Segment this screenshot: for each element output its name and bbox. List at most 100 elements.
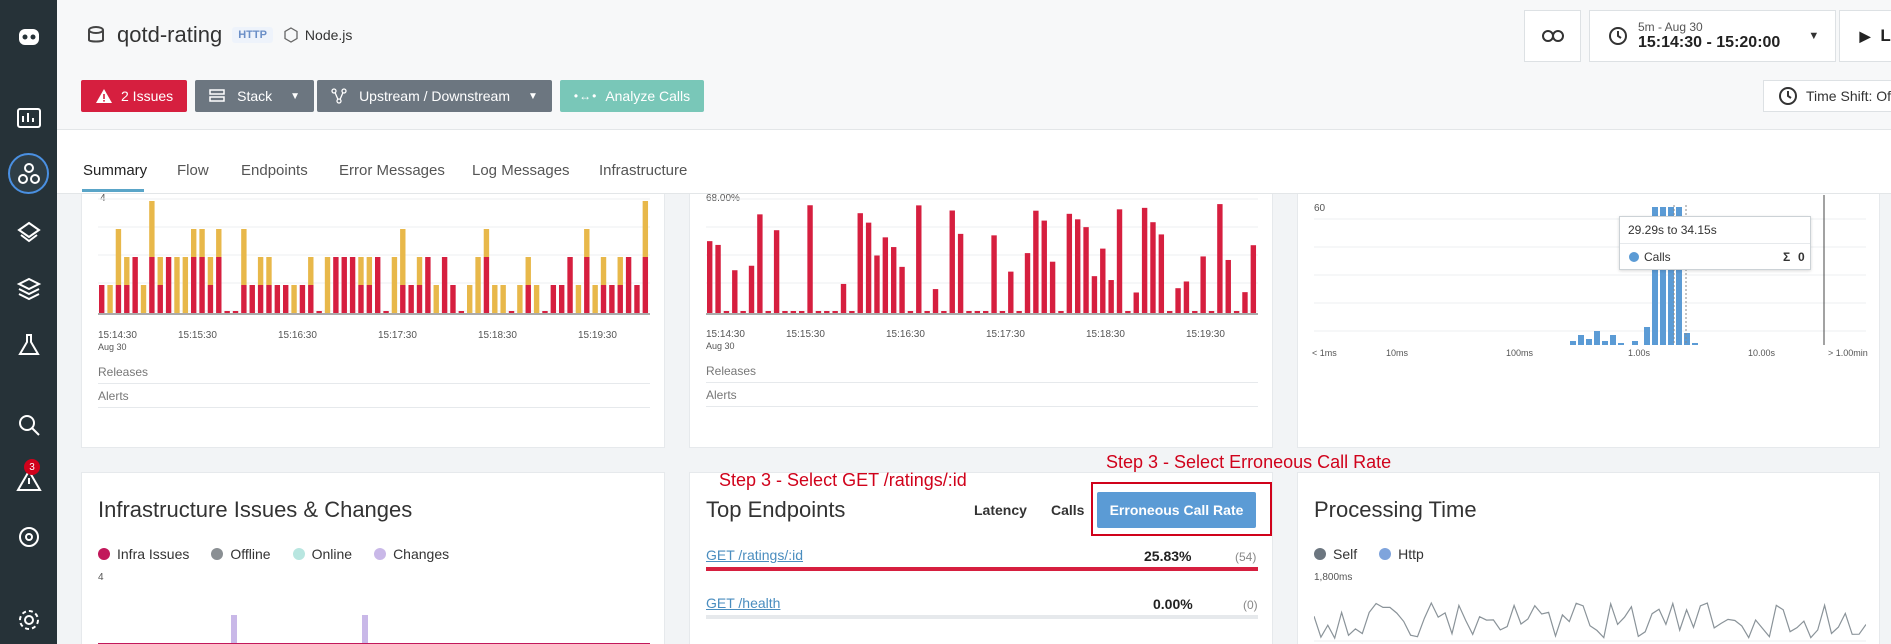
tab-error-messages[interactable]: Error Messages	[339, 162, 445, 179]
chart-bar	[458, 311, 465, 313]
divider	[706, 382, 1258, 383]
chart-bar	[1175, 288, 1181, 313]
chart-bar	[1133, 292, 1139, 313]
platforms-icon[interactable]	[8, 212, 49, 253]
infra-card-title: Infrastructure Issues & Changes	[98, 497, 413, 522]
chart-bar	[425, 257, 431, 313]
histogram-bar	[1692, 343, 1698, 345]
dependency-graph-icon	[331, 88, 347, 104]
endpoint-bar-track	[706, 615, 1258, 619]
processing-time-line-chart[interactable]	[1314, 583, 1866, 643]
x-tick: 15:15:30	[786, 329, 825, 340]
chart-bar	[400, 285, 406, 313]
chart-bar	[1049, 261, 1056, 313]
chart-bar	[316, 311, 322, 313]
chart-bar	[199, 229, 205, 257]
calls-chart-card: 4 15:14:30 15:15:30 15:16:30 15:17:30 15…	[81, 180, 665, 448]
tab-infrastructure[interactable]: Infrastructure	[599, 162, 687, 179]
chart-bar	[1008, 271, 1014, 313]
chart-bar	[824, 311, 830, 313]
chart-bar	[1033, 210, 1039, 313]
chart-bar	[1200, 256, 1206, 313]
chart-bar	[416, 285, 423, 313]
chart-bar	[517, 285, 523, 313]
legend-self[interactable]: Self	[1314, 546, 1357, 562]
infrastructure-icon[interactable]	[8, 268, 49, 309]
time-range-picker[interactable]: 5m - Aug 30 15:14:30 - 15:20:00 ▼	[1589, 10, 1836, 62]
chart-bar	[1183, 281, 1190, 313]
divider	[1620, 243, 1810, 244]
error-rate-bar-chart[interactable]	[706, 195, 1258, 315]
dashboard-icon[interactable]	[8, 97, 49, 138]
copy-link-button[interactable]	[1524, 10, 1581, 62]
chart-bar	[199, 257, 205, 313]
legend-offline[interactable]: Offline	[211, 546, 271, 562]
chart-bar	[115, 285, 122, 313]
endpoint-bar-fill	[706, 567, 1258, 571]
calls-series-dot	[1629, 252, 1639, 262]
analyze-label: Analyze Calls	[605, 88, 691, 104]
endpoint-name-link[interactable]: GET /ratings/:id	[706, 547, 803, 563]
database-icon	[88, 26, 104, 43]
chart-bar	[983, 311, 989, 313]
sort-latency-button[interactable]: Latency	[974, 502, 1027, 518]
chart-bar	[991, 235, 997, 313]
robot-logo-icon[interactable]	[8, 16, 49, 57]
chart-bar	[383, 311, 389, 313]
time-shift-dropdown[interactable]: Time Shift: Off ▼	[1763, 80, 1891, 112]
chart-bar	[308, 257, 314, 285]
upstream-label: Upstream / Downstream	[359, 88, 510, 104]
chart-bar	[115, 229, 122, 285]
chart-bar	[600, 285, 607, 313]
endpoint-name-link[interactable]: GET /health	[706, 595, 780, 611]
legend-infra-issues[interactable]: Infra Issues	[98, 546, 189, 562]
legend-http[interactable]: Http	[1379, 546, 1424, 562]
chart-bar	[1058, 311, 1064, 313]
chart-bar	[149, 201, 155, 257]
chart-bar	[1192, 311, 1198, 313]
change-marker[interactable]	[362, 615, 368, 644]
tab-summary[interactable]: Summary	[83, 162, 147, 179]
change-marker[interactable]	[231, 615, 237, 644]
alerts-row-label: Alerts	[706, 388, 737, 402]
page-header: qotd-rating HTTP Node.js 2 Issues Stack …	[57, 0, 1891, 130]
applications-icon[interactable]	[8, 153, 49, 194]
annotation-step-endpoint: Step 3 - Select GET /ratings/:id	[719, 470, 967, 490]
time-range-text: 5m - Aug 30 15:14:30 - 15:20:00	[1638, 20, 1780, 52]
support-icon[interactable]	[8, 516, 49, 557]
chevron-down-icon: ▼	[528, 90, 538, 102]
legend-online[interactable]: Online	[292, 546, 352, 562]
chart-bar	[149, 257, 155, 313]
processing-legend: Self Http	[1314, 546, 1424, 562]
analytics-search-icon[interactable]	[8, 404, 49, 445]
flask-icon[interactable]	[8, 324, 49, 365]
chart-bar	[799, 311, 805, 313]
analyze-calls-button[interactable]: •↔• Analyze Calls	[559, 80, 705, 112]
chart-bar	[999, 311, 1006, 313]
tab-log-messages[interactable]: Log Messages	[472, 162, 570, 179]
stack-dropdown[interactable]: Stack ▼	[195, 80, 315, 112]
sort-calls-button[interactable]: Calls	[1051, 502, 1084, 518]
chart-bar	[525, 285, 531, 313]
endpoint-error-rate: 0.00%	[1153, 596, 1193, 612]
chart-bar	[1083, 227, 1089, 313]
chart-bar	[1233, 311, 1240, 313]
chart-bar	[324, 257, 331, 313]
x-tick: 15:14:30	[98, 330, 137, 341]
chart-bar	[224, 311, 230, 313]
upstream-downstream-dropdown[interactable]: Upstream / Downstream ▼	[317, 80, 552, 112]
chart-bar	[1041, 220, 1047, 313]
divider	[98, 407, 650, 408]
issues-count-badge: 3	[24, 459, 40, 475]
chart-bar	[533, 285, 540, 313]
issues-button[interactable]: 2 Issues	[81, 80, 188, 112]
legend-changes[interactable]: Changes	[374, 546, 449, 562]
tab-endpoints[interactable]: Endpoints	[241, 162, 308, 179]
chart-bar	[257, 285, 264, 313]
live-button[interactable]: ▶ Live	[1839, 10, 1891, 62]
tab-flow[interactable]: Flow	[177, 162, 209, 179]
chart-bar	[584, 257, 590, 313]
histogram-bar	[1578, 335, 1584, 345]
settings-gear-icon[interactable]	[8, 599, 49, 640]
calls-bar-chart[interactable]	[98, 195, 650, 315]
